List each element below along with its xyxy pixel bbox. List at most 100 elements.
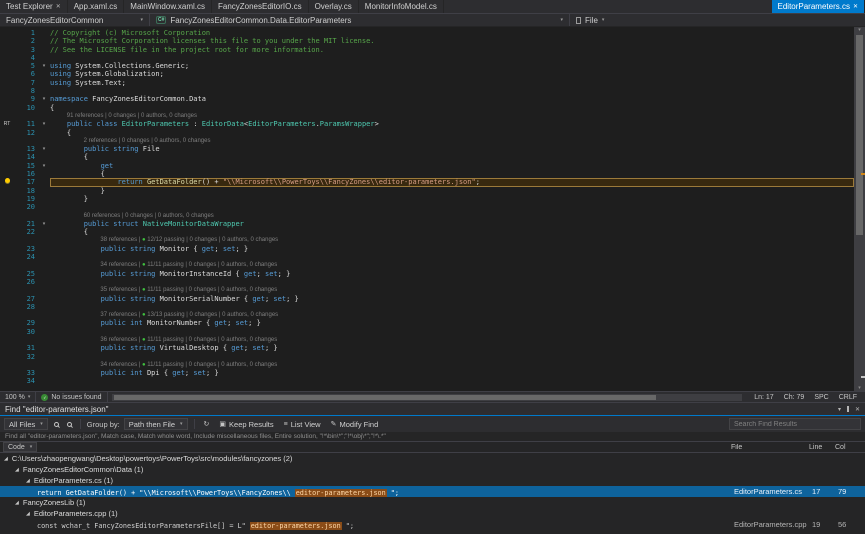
find-result-row[interactable]: return GetDataFolder() + "\\Microsoft\\P… (0, 486, 865, 497)
expand-arrow-icon[interactable]: ◢ (4, 456, 8, 462)
expand-arrow-icon[interactable]: ◢ (26, 511, 30, 517)
horizontal-scrollbar[interactable] (112, 394, 743, 401)
code-text[interactable]: public string MonitorSerialNumber { get;… (50, 295, 854, 303)
fold-arrow-icon[interactable]: ▾ (38, 120, 50, 128)
code-text[interactable]: public int Dpi { get; set; } (50, 369, 854, 377)
tab-editorparameters-cs[interactable]: EditorParameters.cs ✕ (772, 0, 865, 13)
codelens-row: 38 references | ● 12/12 passing | 0 chan… (0, 236, 854, 244)
code-text[interactable]: using System.Text; (50, 79, 854, 87)
find-result-row[interactable]: ◢FancyZonesLib (1) (0, 497, 865, 508)
code-token: { (50, 104, 54, 112)
code-filter-dropdown[interactable]: Code ▾ (3, 442, 37, 452)
tab-close-icon[interactable]: ✕ (56, 3, 61, 10)
refresh-button[interactable]: ↻ (201, 418, 213, 430)
code-text[interactable]: get (50, 162, 854, 170)
fold-arrow-icon[interactable]: ▾ (38, 162, 50, 170)
code-text[interactable]: public string File (50, 145, 854, 153)
code-token: public (101, 344, 126, 352)
tab-app-xaml-cs[interactable]: App.xaml.cs (68, 0, 125, 13)
find-icon[interactable] (54, 422, 59, 427)
code-text[interactable]: { (50, 170, 854, 178)
modify-find-button[interactable]: ✎ Modify Find (328, 418, 382, 430)
code-text[interactable]: { (50, 129, 854, 137)
codelens-text[interactable]: 91 references | 0 changes | 0 authors, 0… (50, 112, 854, 120)
expand-arrow-icon[interactable]: ◢ (26, 478, 30, 484)
tab-overlay-cs[interactable]: Overlay.cs (309, 0, 359, 13)
column-header-line[interactable]: Line (809, 444, 835, 451)
code-text[interactable]: return GetDataFolder() + "\\Microsoft\\P… (50, 178, 854, 186)
find-panel-header[interactable]: Find "editor-parameters.json" ▾ ✕ (0, 403, 865, 416)
codelens-text[interactable]: 36 references | ● 11/11 passing | 0 chan… (50, 336, 854, 344)
fold-arrow-icon[interactable]: ▾ (38, 145, 50, 153)
fold-arrow-icon[interactable]: ▾ (38, 220, 50, 228)
tab-mainwindow-xaml-cs[interactable]: MainWindow.xaml.cs (124, 0, 212, 13)
code-text[interactable]: { (50, 104, 854, 112)
code-text[interactable]: public class EditorParameters : EditorDa… (50, 120, 854, 128)
fold-arrow-icon[interactable]: ▾ (38, 95, 50, 103)
code-text[interactable]: // The Microsoft Corporation licenses th… (50, 37, 854, 45)
scope-dropdown[interactable]: All Files ▾ (4, 418, 48, 430)
expand-arrow-icon[interactable]: ◢ (15, 467, 19, 473)
window-position-icon[interactable]: ▾ (838, 406, 841, 413)
code-text[interactable]: public int MonitorNumber { get; set; } (50, 319, 854, 327)
code-text[interactable]: { (50, 228, 854, 236)
codelens-text[interactable]: 38 references | ● 12/12 passing | 0 chan… (50, 236, 854, 244)
list-view-button[interactable]: ≡ List View (281, 418, 324, 430)
code-area[interactable]: 1// Copyright (c) Microsoft Corporation2… (0, 27, 854, 391)
column-header-col[interactable]: Col (835, 444, 862, 451)
code-text[interactable]: public string MonitorInstanceId { get; s… (50, 270, 854, 278)
code-text[interactable]: // See the LICENSE file in the project r… (50, 46, 854, 54)
member-dropdown[interactable]: File ▾ (570, 14, 865, 26)
type-dropdown[interactable]: C# FancyZonesEditorCommon.Data.EditorPar… (150, 14, 570, 26)
project-dropdown[interactable]: FancyZonesEditorCommon ▾ (0, 14, 150, 26)
expand-arrow-icon[interactable]: ◢ (15, 500, 19, 506)
code-text[interactable]: } (50, 187, 854, 195)
code-text[interactable]: } (50, 195, 854, 203)
tracking-badge[interactable]: RT (0, 120, 14, 128)
horizontal-scrollbar-thumb[interactable] (114, 395, 656, 400)
code-editor[interactable]: 1// Copyright (c) Microsoft Corporation2… (0, 27, 865, 391)
keep-results-button[interactable]: ▣ Keep Results (216, 418, 276, 430)
pin-icon[interactable] (847, 406, 849, 412)
panel-close-icon[interactable]: ✕ (855, 406, 860, 413)
codelens-text[interactable]: 60 references | 0 changes | 0 authors, 0… (50, 212, 854, 220)
fold-arrow-icon[interactable]: ▾ (38, 62, 50, 70)
code-text[interactable]: // Copyright (c) Microsoft Corporation (50, 29, 854, 37)
find-result-row[interactable]: ◢C:\Users\zhaopengwang\Desktop\powertoys… (0, 453, 865, 464)
code-text[interactable]: public string Monitor { get; set; } (50, 245, 854, 253)
result-file-label: EditorParameters.cpp (1) (34, 509, 118, 518)
column-header-file[interactable]: File (731, 444, 809, 451)
quick-actions-lightbulb-icon[interactable] (0, 178, 14, 186)
codelens-text[interactable]: 34 references | ● 11/11 passing | 0 chan… (50, 261, 854, 269)
codelens-text[interactable]: 34 references | ● 11/11 passing | 0 chan… (50, 361, 854, 369)
code-line: 7using System.Text; (0, 79, 854, 87)
code-text[interactable]: namespace FancyZonesEditorCommon.Data (50, 95, 854, 103)
line-number: 21 (14, 220, 38, 228)
find-result-row[interactable]: const wchar_t FancyZonesEditorParameters… (0, 519, 865, 530)
scrollbar-down-arrow-icon[interactable]: ▾ (854, 385, 865, 391)
codelens-text[interactable]: 35 references | ● 11/11 passing | 0 chan… (50, 286, 854, 294)
zoom-control[interactable]: 100 % ▾ (0, 392, 36, 402)
vertical-scrollbar-thumb[interactable] (856, 35, 863, 235)
tab-test-explorer[interactable]: Test Explorer✕ (0, 0, 68, 13)
tab-monitorinfomodel-cs[interactable]: MonitorInfoModel.cs (359, 0, 444, 13)
code-text[interactable]: public struct NativeMonitorDataWrapper (50, 220, 854, 228)
vertical-scrollbar[interactable]: ▾ ▾ (854, 27, 865, 391)
group-by-dropdown[interactable]: Path then File ▾ (124, 418, 188, 430)
scrollbar-up-arrow-icon[interactable]: ▾ (854, 27, 865, 33)
tab-close-icon[interactable]: ✕ (853, 3, 858, 10)
find-result-row[interactable]: ◢FancyZonesEditorCommon\Data (1) (0, 464, 865, 475)
codelens-text[interactable]: 2 references | 0 changes | 0 authors, 0 … (50, 137, 854, 145)
code-text[interactable]: public string VirtualDesktop { get; set;… (50, 344, 854, 352)
code-text[interactable]: using System.Collections.Generic; (50, 62, 854, 70)
search-find-results-input[interactable] (729, 418, 861, 430)
code-text[interactable]: { (50, 153, 854, 161)
line-number: 5 (14, 62, 38, 70)
tab-fancyzoneseditorio-cs[interactable]: FancyZonesEditorIO.cs (212, 0, 309, 13)
find-result-row[interactable]: ◢ EditorParameters.cpp (1) (0, 508, 865, 519)
find-result-row[interactable]: ◢EditorParameters.cs (1) (0, 475, 865, 486)
codelens-text[interactable]: 37 references | ● 13/13 passing | 0 chan… (50, 311, 854, 319)
document-health-indicator[interactable]: ✓ No issues found (36, 392, 107, 402)
code-text[interactable]: using System.Globalization; (50, 70, 854, 78)
find-in-files-icon[interactable] (67, 422, 72, 427)
